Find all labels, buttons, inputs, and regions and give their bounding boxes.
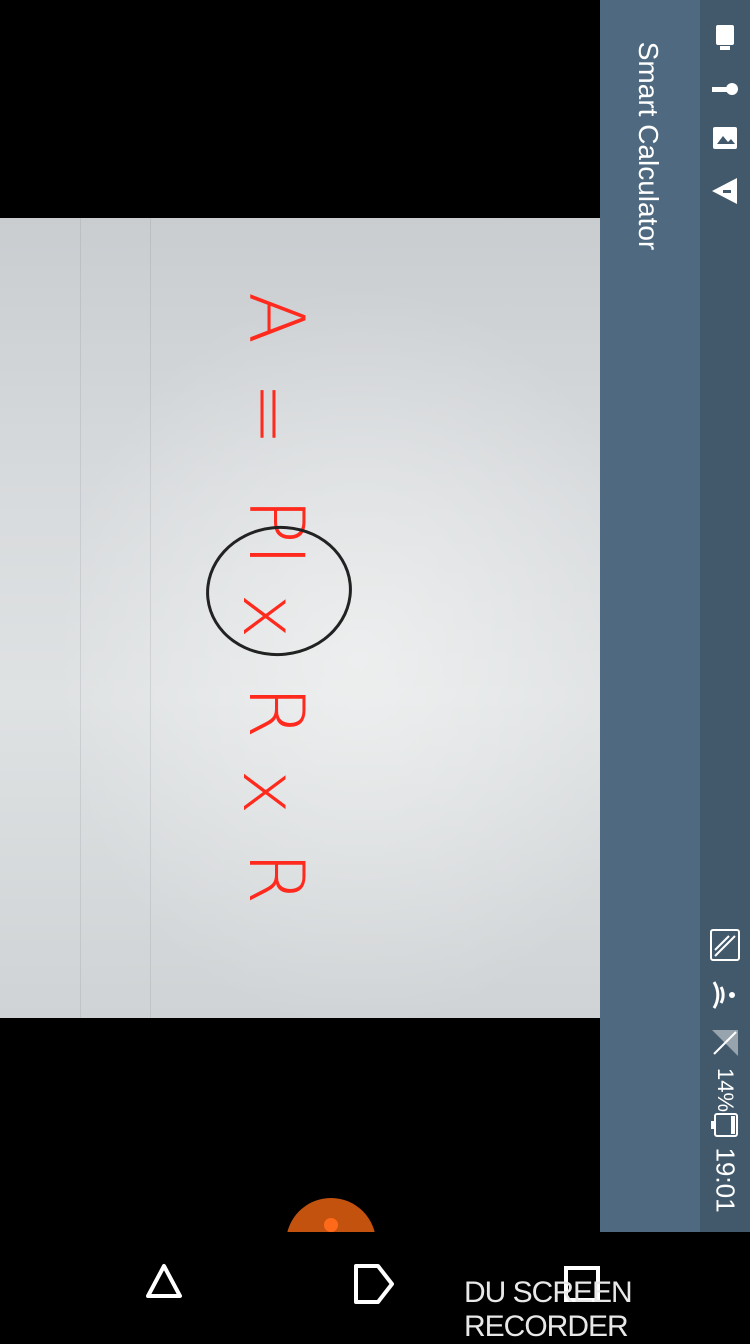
no-signal-icon [712,1030,738,1056]
wifi-icon [712,981,735,1009]
paper-rule-line [150,218,151,1018]
clock: 19:01 [710,1147,741,1213]
back-triangle-icon[interactable] [134,1254,194,1314]
app-title: Smart Calculator [633,41,664,251]
detected-token-a: A [232,292,321,344]
screen-record-icon [716,25,734,50]
detected-token-r: R [232,851,321,905]
detected-token-equals: = [226,382,315,446]
data-transfer-icon [710,929,740,961]
key-icon [712,83,738,95]
paper-rule-line [80,218,81,1018]
gallery-icon [713,127,737,149]
detected-token-r: R [232,685,321,739]
app-bar: Smart Calculator [600,0,700,1232]
capture-button-icon [324,1218,338,1232]
battery-percent: 14% [713,1067,738,1113]
status-bar: 14% 19:01 [700,0,750,1232]
home-pentagon-icon[interactable] [342,1254,402,1314]
warning-icon [712,178,737,204]
battery-icon [711,1113,738,1137]
detected-token-times: x [226,769,315,815]
